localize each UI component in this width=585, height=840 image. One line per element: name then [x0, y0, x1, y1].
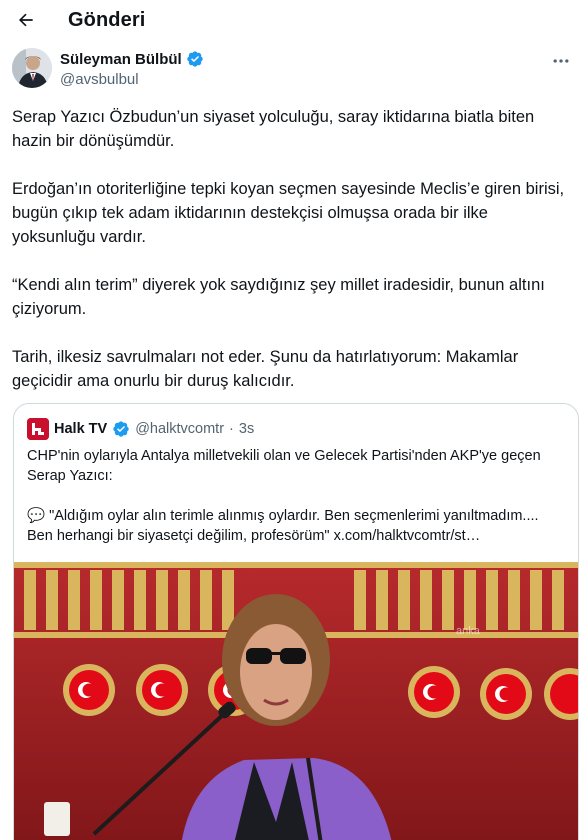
- quoted-author-name[interactable]: Halk TV: [54, 421, 107, 437]
- quoted-post-text: CHP'nin oylarıyla Antalya milletvekili o…: [27, 446, 567, 566]
- author-name-row: Süleyman Bülbül: [60, 50, 204, 68]
- back-arrow-icon: [18, 13, 33, 27]
- verified-badge-icon[interactable]: [186, 50, 204, 68]
- page-title: Gönderi: [68, 9, 146, 31]
- author-name[interactable]: Süleyman Bülbül: [60, 51, 182, 68]
- tweet-text: Serap Yazıcı Özbudun’un siyaset yolculuğ…: [12, 105, 572, 417]
- tweet-paragraph: Serap Yazıcı Özbudun’un siyaset yolculuğ…: [12, 108, 539, 150]
- quoted-author-handle[interactable]: @halktvcomtr: [135, 421, 224, 437]
- top-bar: Gönderi: [0, 0, 585, 42]
- quoted-post[interactable]: Halk TV @halktvcomtr · 3s CHP'nin oyları…: [13, 403, 579, 840]
- quoted-avatar[interactable]: [27, 418, 49, 440]
- quoted-text-line: CHP'nin oylarıyla Antalya milletvekili o…: [27, 448, 541, 484]
- video-watermark: anka: [456, 625, 481, 637]
- author-row: Süleyman Bülbül @avsbulbul: [12, 48, 572, 92]
- speech-bubble-icon: 💬: [27, 508, 46, 524]
- quoted-post-header: Halk TV @halktvcomtr · 3s: [27, 418, 254, 440]
- back-button[interactable]: [12, 6, 40, 34]
- more-options-button[interactable]: [550, 52, 572, 70]
- more-options-icon: [553, 59, 569, 63]
- quoted-video-thumbnail[interactable]: anka: [14, 562, 578, 840]
- tweet-paragraph: Erdoğan’ın otoriterliğine tepki koyan se…: [12, 180, 569, 246]
- verified-badge-icon: [112, 420, 130, 438]
- author-handle[interactable]: @avsbulbul: [60, 71, 139, 88]
- quoted-timestamp[interactable]: 3s: [239, 421, 254, 437]
- separator-dot: ·: [229, 421, 234, 437]
- quoted-text-quote: 💬 "Aldığım oylar alın terimle alınmış oy…: [27, 506, 567, 546]
- tweet-paragraph: Tarih, ilkesiz savrulmaları not eder. Şu…: [12, 348, 523, 390]
- avatar[interactable]: [12, 48, 52, 88]
- quoted-link[interactable]: x.com/halktvcomtr/st…: [334, 528, 481, 544]
- tweet-paragraph: “Kendi alın terim” diyerek yok saydığını…: [12, 276, 550, 318]
